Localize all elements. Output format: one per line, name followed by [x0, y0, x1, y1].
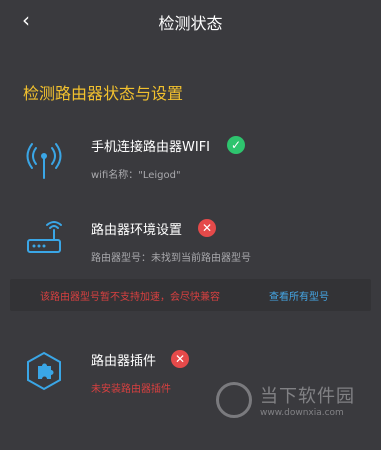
view-all-models-link[interactable]: 查看所有型号	[269, 288, 329, 303]
check-ok-icon: ✓	[227, 136, 245, 154]
plugin-item-title: 路由器插件	[91, 354, 157, 369]
header-bar: ‹ 检测状态	[0, 0, 381, 40]
router-icon	[27, 221, 62, 253]
check-fail-icon: ✕	[198, 219, 216, 237]
watermark-logo-icon	[216, 382, 252, 418]
watermark-text: 当下软件园	[260, 386, 355, 407]
watermark-url: www.downxia.com	[260, 408, 344, 418]
wifi-item-title: 手机连接路由器WIFI	[91, 140, 210, 155]
warning-text: 该路由器型号暂不支持加速，会尽快兼容	[40, 292, 220, 303]
check-fail-icon: ✕	[171, 350, 189, 368]
plugin-item-subtitle: 未安装路由器插件	[91, 384, 171, 395]
plugin-puzzle-icon	[27, 351, 61, 391]
router-item-subtitle: 路由器型号：未找到当前路由器型号	[91, 253, 251, 264]
wifi-item-subtitle: wifi名称："Leigod"	[91, 170, 181, 181]
router-item-title: 路由器环境设置	[91, 223, 183, 238]
unsupported-warning-bar: 该路由器型号暂不支持加速，会尽快兼容 查看所有型号	[10, 279, 371, 311]
section-title: 检测路由器状态与设置	[23, 84, 184, 103]
wifi-signal-icon	[26, 143, 62, 179]
page-title: 检测状态	[158, 14, 223, 33]
watermark: 当下软件园 www.downxia.com	[216, 378, 376, 438]
